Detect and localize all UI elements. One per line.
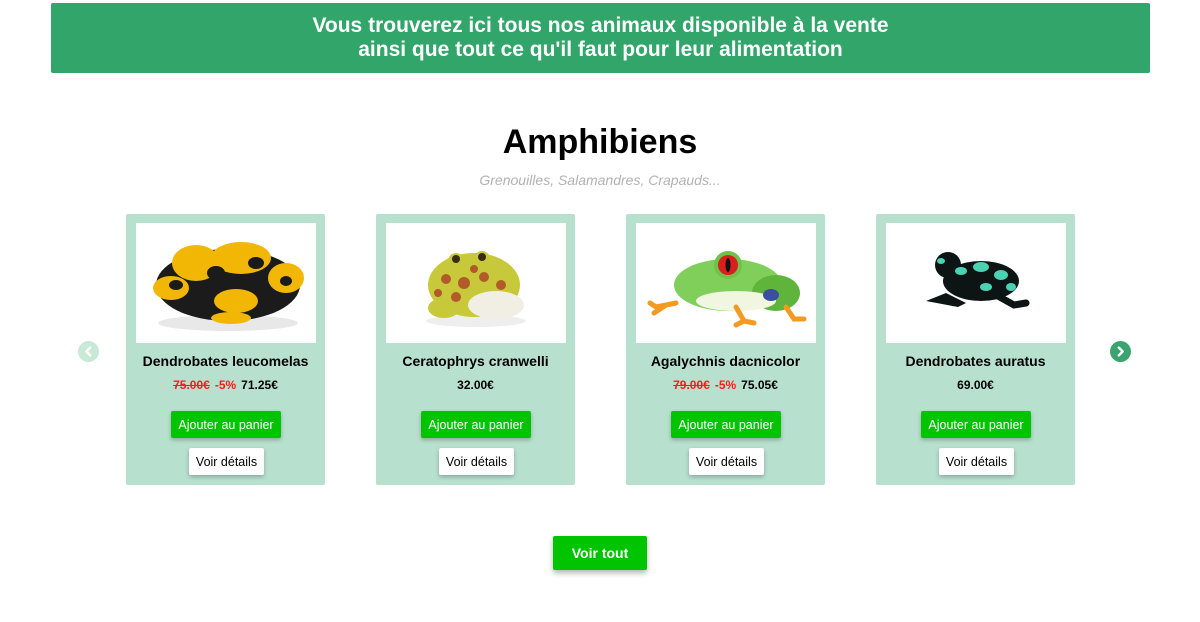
banner-line-2: ainsi que tout ce qu'il faut pour leur a… (358, 38, 843, 61)
current-price: 75.05€ (741, 378, 778, 392)
product-name[interactable]: Dendrobates auratus (876, 352, 1075, 370)
product-name[interactable]: Dendrobates leucomelas (126, 352, 325, 370)
product-name[interactable]: Agalychnis dacnicolor (626, 352, 825, 370)
product-card: Dendrobates auratus 69.00€ Ajouter au pa… (876, 214, 1075, 485)
old-price: 79.00€ (673, 378, 710, 392)
add-to-cart-button[interactable]: Ajouter au panier (421, 411, 531, 438)
product-image[interactable] (136, 223, 316, 343)
product-card: Agalychnis dacnicolor 79.00€ -5% 75.05€ Aj… (626, 214, 825, 485)
view-details-button[interactable]: Voir détails (939, 448, 1014, 475)
product-price: 32.00€ (376, 377, 575, 393)
banner-line-1: Vous trouverez ici tous nos animaux disp… (312, 14, 889, 37)
current-price: 69.00€ (957, 378, 994, 392)
add-to-cart-button[interactable]: Ajouter au panier (921, 411, 1031, 438)
section-subtitle: Grenouilles, Salamandres, Crapauds... (479, 172, 721, 188)
view-details-button[interactable]: Voir détails (439, 448, 514, 475)
horned-frog-photo (426, 251, 526, 327)
product-image[interactable] (636, 223, 816, 343)
product-price: 79.00€ -5% 75.05€ (626, 377, 825, 393)
old-price: 75.00€ (173, 378, 210, 392)
product-card: Ceratophrys cranwelli 32.00€ Ajouter au … (376, 214, 575, 485)
section-title: Amphibiens (502, 123, 698, 161)
view-details-button[interactable]: Voir détails (189, 448, 264, 475)
add-to-cart-button[interactable]: Ajouter au panier (671, 411, 781, 438)
product-name[interactable]: Ceratophrys cranwelli (376, 352, 575, 370)
carousel-next-button[interactable] (1110, 341, 1131, 362)
view-all-button[interactable]: Voir tout (553, 536, 647, 570)
discount-badge: -5% (214, 378, 237, 392)
product-image[interactable] (886, 223, 1066, 343)
product-price: 69.00€ (876, 377, 1075, 393)
discount-badge: -5% (714, 378, 737, 392)
product-card: Dendrobates leucomelas 75.00€ -5% 71.25€ A… (126, 214, 325, 485)
carousel-prev-button[interactable] (78, 341, 99, 362)
yellow-black-frog-photo (153, 242, 304, 331)
add-to-cart-button[interactable]: Ajouter au panier (171, 411, 281, 438)
view-details-button[interactable]: Voir détails (689, 448, 764, 475)
current-price: 32.00€ (457, 378, 494, 392)
green-black-dart-frog-photo (926, 252, 1030, 309)
header-banner: Vous trouverez ici tous nos animaux disp… (51, 3, 1150, 73)
chevron-right-icon (1117, 346, 1124, 357)
chevron-left-icon (85, 346, 92, 357)
product-image[interactable] (386, 223, 566, 343)
tree-frog-photo (647, 251, 807, 328)
current-price: 71.25€ (241, 378, 278, 392)
product-price: 75.00€ -5% 71.25€ (126, 377, 325, 393)
